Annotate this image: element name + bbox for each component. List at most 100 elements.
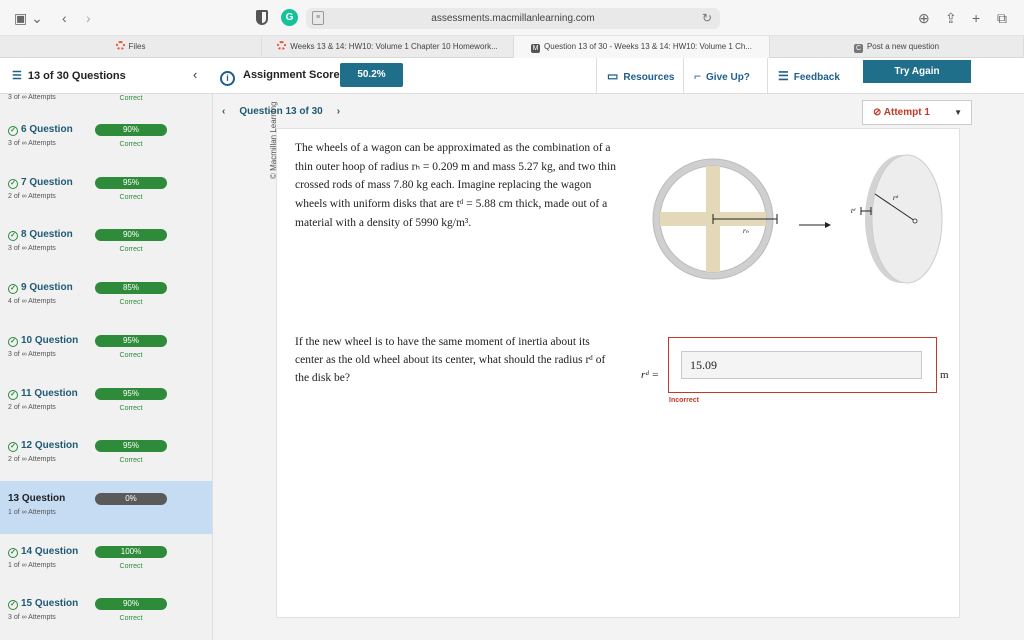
- question-title: ✓ 7 Question: [8, 177, 73, 189]
- share-icon[interactable]: ⇪: [945, 9, 957, 27]
- arrow-icon: [799, 222, 831, 228]
- problem-text: The wheels of a wagon can be approximate…: [295, 142, 616, 229]
- prev-question-icon[interactable]: ‹: [222, 106, 225, 117]
- next-question-icon[interactable]: ›: [337, 106, 340, 117]
- info-icon[interactable]: i: [220, 71, 235, 86]
- question-status: Correct: [119, 141, 143, 148]
- list-icon: ☰: [12, 70, 22, 82]
- reload-icon[interactable]: ↻: [702, 8, 712, 29]
- answer-input[interactable]: 15.09: [681, 351, 922, 379]
- check-circle-icon: ✓: [8, 336, 18, 347]
- check-circle-icon: ✓: [8, 600, 18, 611]
- chegg-icon: C: [853, 44, 863, 53]
- question-attempts: 3 of ∞ Attempts: [8, 614, 56, 622]
- check-circle-icon: ✓: [8, 389, 18, 400]
- try-again-button[interactable]: Try Again: [863, 60, 971, 83]
- question-attempts: 3 of ∞ Attempts: [8, 140, 56, 147]
- score-badge: 85%: [95, 282, 167, 295]
- question-sidebar: 3 of ∞ Attempts Correct ✓ 6 Question 3 of …: [0, 94, 213, 640]
- feedback-incorrect: Incorrect: [669, 397, 699, 404]
- give-up-button[interactable]: ⌐ Give Up?: [683, 58, 766, 94]
- browser-toolbar: ▣ ⌄ ‹ › G ≡ assessments.macmillanlearnin…: [0, 0, 1024, 36]
- check-circle-icon: ✓: [8, 547, 18, 558]
- sidebar-question-item[interactable]: ✓ 9 Question 4 of ∞ Attempts 85% Correct: [0, 270, 212, 323]
- sidebar-question-item[interactable]: ✓ 8 Question 3 of ∞ Attempts 90% Correct: [0, 217, 212, 270]
- hoop-radius-label: rₕ: [743, 227, 749, 235]
- tab-homework[interactable]: Weeks 13 & 14: HW10: Volume 1 Chapter 10…: [262, 36, 514, 58]
- question-status: Correct: [119, 299, 143, 307]
- tab-overview-icon[interactable]: ⧉: [997, 9, 1007, 27]
- tab-strip: Files Weeks 13 & 14: HW10: Volume 1 Chap…: [0, 36, 1024, 58]
- question-title: 13 Question: [8, 492, 66, 504]
- check-circle-icon: ✓: [8, 126, 18, 136]
- assignment-score-label: i Assignment Score:: [220, 69, 343, 86]
- question-attempts: 1 of ∞ Attempts: [8, 561, 56, 569]
- question-status: Correct: [119, 457, 143, 465]
- sidebar-question-item[interactable]: ✓ 15 Question 3 of ∞ Attempts 90% Correct: [0, 586, 212, 639]
- resources-button[interactable]: ▭ Resources: [596, 58, 680, 94]
- answer-label: rᵈ =: [641, 369, 659, 381]
- question-title: ✓ 11 Question: [8, 388, 78, 400]
- reader-icon[interactable]: ≡: [312, 11, 324, 25]
- macmillan-icon: M: [531, 44, 541, 53]
- question-card: © Macmillan Learning The wheels of a wag…: [269, 102, 960, 618]
- question-attempts: 3 of ∞ Attempts: [8, 245, 56, 253]
- uniform-disk-illustration: rᵈ tᵈ: [851, 154, 943, 284]
- back-icon[interactable]: ‹: [62, 9, 67, 27]
- folder-icon: ▭: [607, 69, 619, 83]
- question-status: Correct: [119, 246, 143, 254]
- score-badge: 95%: [95, 440, 167, 453]
- question-title: ✓ 6 Question: [8, 124, 73, 136]
- privacy-shield-icon[interactable]: [256, 10, 268, 25]
- tab-post-question[interactable]: C Post a new question: [770, 36, 1024, 58]
- question-title: ✓ 10 Question: [8, 335, 78, 347]
- prompt-text: If the new wheel is to have the same mom…: [295, 336, 606, 385]
- attempt-dropdown[interactable]: ⊘ Attempt 1 ▼: [862, 100, 972, 125]
- star-icon: [115, 41, 125, 50]
- question-attempts: 1 of ∞ Attempts: [8, 508, 56, 516]
- question-attempts: 2 of ∞ Attempts: [8, 456, 56, 464]
- feedback-icon: ☰: [778, 69, 789, 83]
- question-status: Correct: [119, 615, 143, 623]
- feedback-button[interactable]: ☰ Feedback: [767, 58, 855, 94]
- question-title: ✓ 12 Question: [8, 440, 78, 453]
- question-title: ✓ 8 Question: [8, 229, 73, 242]
- score-badge: 0%: [95, 492, 167, 505]
- sidebar-question-item[interactable]: 13 Question 1 of ∞ Attempts 0%: [0, 480, 212, 534]
- question-status: Correct: [119, 193, 143, 201]
- question-list-toggle[interactable]: ☰ 13 of 30 Questions: [12, 69, 126, 82]
- sidebar-question-item[interactable]: ✓ 10 Question 3 of ∞ Attempts 95% Correct: [0, 323, 212, 376]
- answer-container: 15.09: [668, 337, 937, 393]
- sidebar-question-item[interactable]: ✓ 11 Question 2 of ∞ Attempts 95% Correct: [0, 376, 212, 429]
- tab-files[interactable]: Files: [0, 36, 262, 58]
- score-badge: 95%: [95, 334, 167, 347]
- question-title: ✓ 14 Question: [8, 546, 78, 558]
- wheel-to-disk-diagram: rₕ rᵈ tᵈ: [652, 154, 943, 284]
- sidebar-question-item[interactable]: ✓ 14 Question 1 of ∞ Attempts 100% Correct: [0, 534, 212, 587]
- score-badge: 90%: [95, 124, 167, 136]
- score-badge: 90%: [95, 598, 167, 611]
- grammarly-icon[interactable]: G: [281, 9, 298, 26]
- question-title: ✓ 9 Question: [8, 282, 73, 295]
- forward-icon[interactable]: ›: [86, 9, 91, 27]
- assignment-header: ☰ 13 of 30 Questions ‹ i Assignment Score:…: [0, 58, 1024, 94]
- score-badge: 95%: [95, 387, 167, 400]
- list-item[interactable]: 3 of ∞ Attempts Correct: [0, 94, 212, 110]
- question-nav-label: Question 13 of 30: [239, 106, 323, 117]
- sidebar-toggle-icon[interactable]: ▣ ⌄: [14, 9, 43, 27]
- score-badge: 100%: [95, 545, 167, 558]
- question-attempts: 2 of ∞ Attempts: [8, 192, 56, 200]
- download-icon[interactable]: ⊕: [918, 9, 930, 27]
- collapse-sidebar-icon[interactable]: ‹: [193, 67, 197, 82]
- sidebar-question-item[interactable]: ✓ 12 Question 2 of ∞ Attempts 95% Correct: [0, 428, 212, 481]
- sidebar-question-item[interactable]: ✓ 7 Question 2 of ∞ Attempts 95% Correct: [0, 165, 212, 218]
- thickness-label: tᵈ: [851, 207, 856, 215]
- sidebar-question-item[interactable]: ✓ 6 Question 3 of ∞ Attempts 90% Correct: [0, 112, 212, 165]
- question-attempts: 3 of ∞ Attempts: [8, 350, 56, 358]
- address-bar[interactable]: ≡ assessments.macmillanlearning.com ↻: [306, 8, 720, 29]
- new-tab-icon[interactable]: +: [972, 9, 980, 27]
- copyright-notice: © Macmillan Learning: [269, 101, 278, 179]
- assignment-score-value: 50.2%: [340, 63, 403, 87]
- tab-question-13[interactable]: M Question 13 of 30 - Weeks 13 & 14: HW10…: [514, 36, 770, 58]
- check-circle-icon: ✓: [8, 442, 18, 453]
